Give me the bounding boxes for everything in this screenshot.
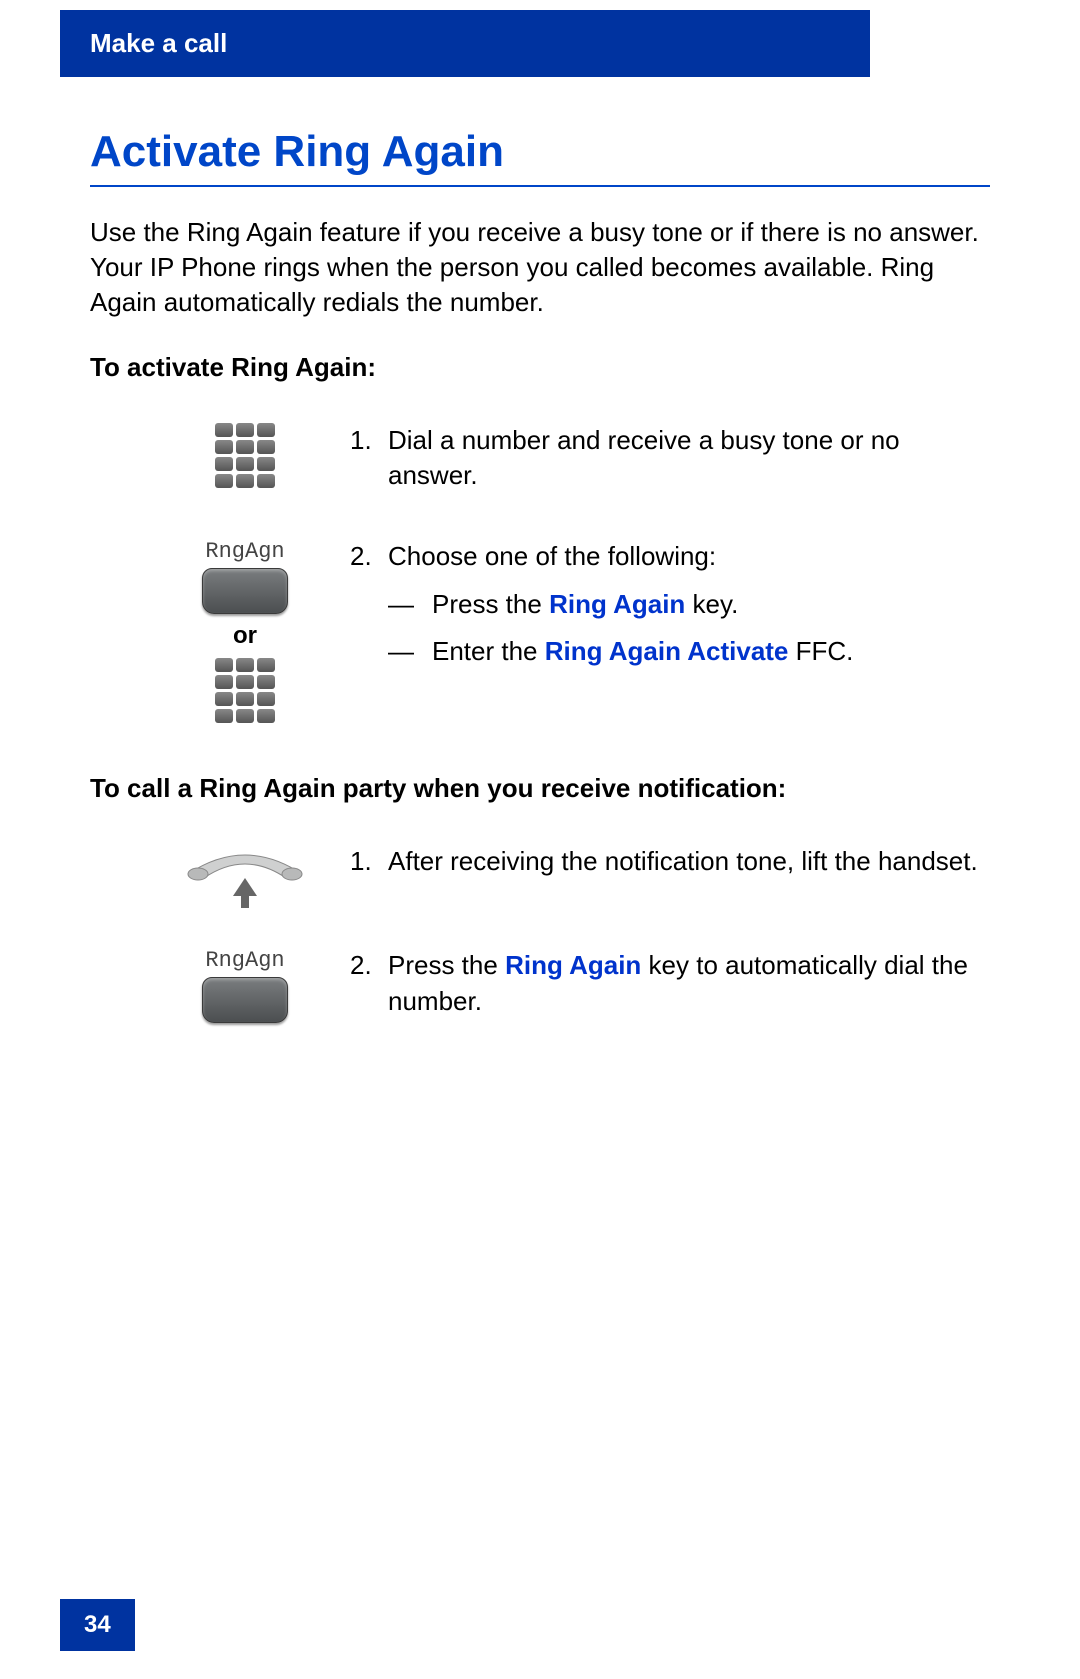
handset-svg-icon <box>180 844 310 882</box>
document-page: Make a call Activate Ring Again Use the … <box>0 10 1080 1679</box>
softkey-button-icon <box>202 977 288 1023</box>
s2-step1-num: 1. <box>350 844 388 879</box>
section1-step1-row: 1. Dial a number and receive a busy tone… <box>90 423 990 499</box>
ring-again-key: Ring Again <box>549 589 685 619</box>
header-bar: Make a call <box>60 10 870 77</box>
ring-again-activate-key: Ring Again Activate <box>545 636 789 666</box>
step2-icon-col: RngAgn or <box>90 539 340 723</box>
step1-text: 1. Dial a number and receive a busy tone… <box>340 423 990 499</box>
s2-step1-text: 1. After receiving the notification tone… <box>340 844 990 885</box>
section2-heading: To call a Ring Again party when you rece… <box>90 773 990 804</box>
page-number: 34 <box>84 1611 111 1638</box>
handset-icon-col <box>90 844 340 908</box>
page-title: Activate Ring Again <box>90 127 990 187</box>
section1-step2-row: RngAgn or 2. Choose one of the following… <box>90 539 990 723</box>
step1-body: Dial a number and receive a busy tone or… <box>388 423 990 493</box>
ring-again-key: Ring Again <box>505 950 641 980</box>
section2-step2-row: RngAgn 2. Press the Ring Again key to au… <box>90 948 990 1024</box>
keypad-icon <box>215 423 275 488</box>
step2-text: 2. Choose one of the following: — Press … <box>340 539 990 668</box>
s2-step2-body: Press the Ring Again key to automaticall… <box>388 948 990 1018</box>
page-number-badge: 34 <box>60 1599 135 1651</box>
step1-num: 1. <box>350 423 388 493</box>
step2-lead: Choose one of the following: <box>388 539 990 574</box>
handset-lift-icon <box>180 844 310 908</box>
softkey-button-icon <box>202 568 288 614</box>
bullet1-text: Press the Ring Again key. <box>432 587 990 622</box>
s2-step2-num: 2. <box>350 948 388 1018</box>
step2-num: 2. <box>350 539 388 574</box>
softkey-label: RngAgn <box>205 539 284 564</box>
bullet-dash: — <box>388 587 432 622</box>
bullet-dash: — <box>388 634 432 669</box>
softkey-label: RngAgn <box>205 948 284 973</box>
header-title: Make a call <box>90 28 227 58</box>
s2-step2-text: 2. Press the Ring Again key to automatic… <box>340 948 990 1024</box>
section2-step1-row: 1. After receiving the notification tone… <box>90 844 990 908</box>
section1-heading: To activate Ring Again: <box>90 352 990 383</box>
intro-paragraph: Use the Ring Again feature if you receiv… <box>90 215 990 320</box>
or-label: or <box>233 622 257 650</box>
step1-icon-col <box>90 423 340 488</box>
s2-step2-icon-col: RngAgn <box>90 948 340 1023</box>
up-arrow-icon <box>233 878 257 896</box>
bullet2-text: Enter the Ring Again Activate FFC. <box>432 634 990 669</box>
keypad-icon <box>215 658 275 723</box>
s2-step1-body: After receiving the notification tone, l… <box>388 844 990 879</box>
